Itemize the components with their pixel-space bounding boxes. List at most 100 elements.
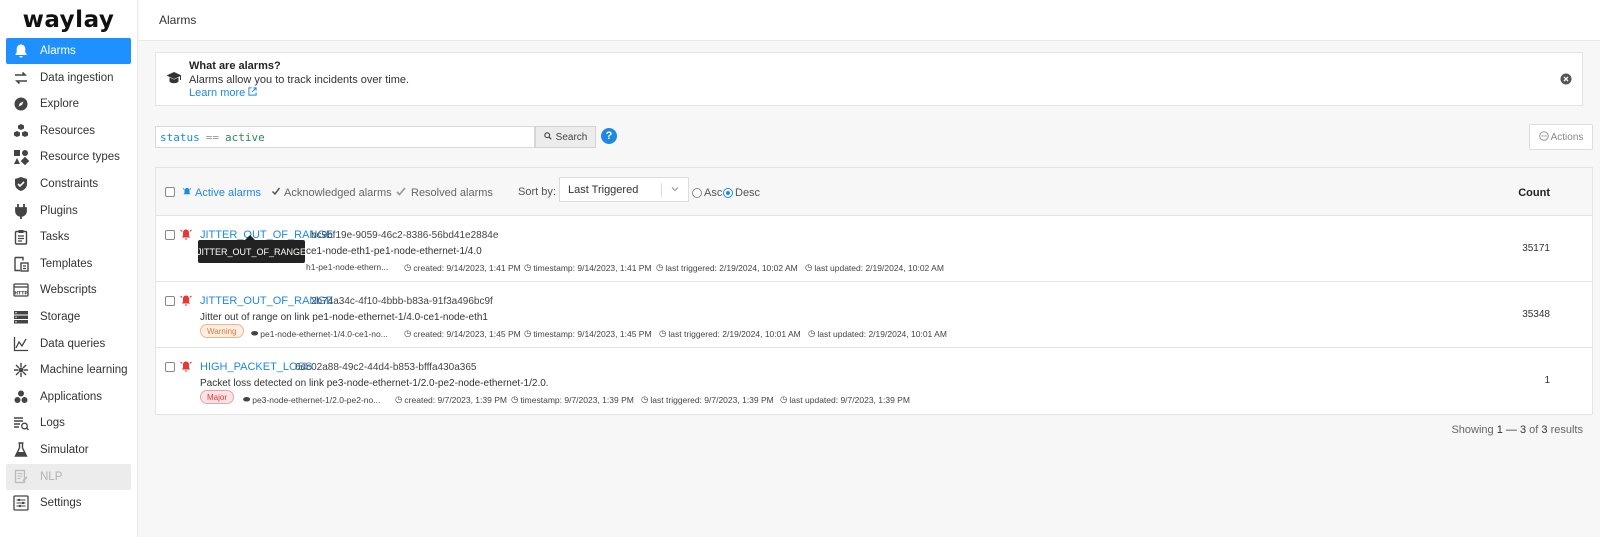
sidebar: waylay Alarms Data ingestion Explore Res… [0, 0, 138, 537]
alarm-count: 35171 [1522, 243, 1550, 254]
sidebar-item-settings[interactable]: Settings [6, 490, 131, 516]
sidebar-item-templates[interactable]: Templates [6, 251, 131, 277]
waylay-logo[interactable]: waylay [0, 0, 137, 38]
alarm-last-triggered: ◷ last triggered: 2/19/2024, 10:02 AM [656, 262, 798, 273]
sidebar-item-label: Templates [40, 257, 93, 270]
alarm-resource[interactable]: ⬬ pe3-node-ethernet-1/2.0-pe2-no... [243, 394, 380, 405]
tab-label: Acknowledged alarms [284, 186, 392, 199]
select-all-checkbox[interactable] [165, 187, 175, 197]
search-button[interactable]: Search [535, 126, 596, 148]
sidebar-item-label: Webscripts [40, 284, 97, 297]
sort-select[interactable]: Last Triggered [559, 177, 689, 202]
search-input[interactable]: status == active [155, 126, 535, 148]
tab-acknowledged-alarms[interactable]: Acknowledged alarms [271, 186, 392, 199]
order-desc-radio[interactable]: Desc [723, 187, 760, 199]
page-header: Alarms [139, 0, 1600, 41]
alarm-created: ◷ created: 9/14/2023, 1:41 PM [404, 262, 521, 273]
query-operator: == [205, 130, 219, 144]
clock-icon: ◷ [808, 328, 816, 338]
sidebar-item-data-ingestion[interactable]: Data ingestion [6, 65, 131, 91]
sidebar-item-data-queries[interactable]: Data queries [6, 331, 131, 357]
alarm-bell-icon [179, 294, 193, 309]
sidebar-item-label: Applications [40, 390, 103, 403]
sidebar-item-label: Resources [40, 124, 95, 137]
search-button-label: Search [555, 131, 588, 143]
tab-label: Resolved alarms [411, 186, 493, 199]
severity-badge: Major [200, 390, 235, 404]
sidebar-item-label: NLP [40, 470, 63, 483]
flask-icon [12, 441, 30, 459]
sidebar-item-alarms[interactable]: Alarms [6, 38, 131, 64]
clock-icon: ◷ [404, 262, 412, 272]
settings-sliders-icon [12, 494, 30, 512]
last-triggered-label: last triggered: 2/19/2024, 10:01 AM [668, 328, 801, 339]
clock-icon: ◷ [395, 394, 403, 404]
http-icon: HTTP [12, 281, 30, 299]
alarm-description: Jitter out of range on link pe1-node-eth… [200, 312, 488, 323]
results-range: 1 — 3 [1496, 424, 1527, 436]
clock-icon: ◷ [805, 262, 813, 272]
order-asc-radio[interactable]: Asc [692, 187, 722, 199]
resource-label: pe1-node-ethernet-1/4.0-ce1-no... [260, 328, 388, 339]
sidebar-nav: Alarms Data ingestion Explore Resources … [0, 38, 137, 516]
sidebar-item-plugins[interactable]: Plugins [6, 198, 131, 224]
actions-label: Actions [1550, 131, 1584, 143]
alarm-description: ce1-node-eth1-pe1-node-ethernet-1/4.0 [306, 246, 482, 257]
table-row[interactable]: JITTER_OUT_OF_RANGE 2b74a34c-4f10-4bbb-b… [156, 282, 1592, 348]
last-triggered-label: last triggered: 9/7/2023, 1:39 PM [650, 394, 774, 405]
sidebar-item-resource-types[interactable]: Resource types [6, 144, 131, 170]
resolved-check-icon [396, 186, 408, 199]
actions-button[interactable]: Actions [1529, 124, 1593, 150]
sidebar-item-label: Logs [40, 417, 65, 430]
sidebar-item-explore[interactable]: Explore [6, 91, 131, 117]
table-row[interactable]: HIGH_PACKET_LOSS 6dc02a88-49c2-44d4-b853… [156, 348, 1592, 414]
resource-icon: ⬬ [243, 394, 251, 404]
learn-more-label: Learn more [189, 87, 246, 99]
results-total: 3 [1541, 424, 1548, 436]
alarm-timestamp: ◷ timestamp: 9/14/2023, 1:41 PM [524, 262, 652, 273]
info-description: Alarms allow you to track incidents over… [189, 74, 410, 86]
tab-label: Active alarms [195, 186, 262, 199]
tab-resolved-alarms[interactable]: Resolved alarms [396, 186, 493, 199]
clipboard-icon [12, 228, 30, 246]
last-updated-label: last updated: 2/19/2024, 10:01 AM [817, 328, 947, 339]
radio-dot-selected [723, 188, 733, 198]
close-icon[interactable] [1560, 73, 1572, 85]
learn-more-link[interactable]: Learn more [189, 87, 257, 99]
sidebar-item-machine-learning[interactable]: Machine learning [6, 357, 131, 383]
last-updated-label: last updated: 2/19/2024, 10:02 AM [814, 262, 944, 273]
plug-icon [12, 202, 30, 220]
sidebar-item-logs[interactable]: Logs [6, 410, 131, 436]
clock-icon: ◷ [511, 394, 519, 404]
alarm-resource[interactable]: h1-pe1-node-ethern... [306, 262, 388, 272]
tab-active-alarms[interactable]: Active alarms [182, 186, 261, 199]
sidebar-item-constraints[interactable]: Constraints [6, 171, 131, 197]
table-row[interactable]: JITTER_OUT_OF_RANGE bc9bf19e-9059-46c2-8… [156, 216, 1592, 282]
of-label: of [1529, 424, 1539, 436]
row-checkbox[interactable] [165, 296, 175, 306]
cubes-icon [12, 122, 30, 140]
sidebar-item-label: Resource types [40, 151, 120, 164]
alarm-name-tooltip: JITTER_OUT_OF_RANGE [197, 235, 306, 263]
sort-by-label: Sort by: [518, 186, 556, 198]
sidebar-item-simulator[interactable]: Simulator [6, 437, 131, 463]
alarm-id: 2b74a34c-4f10-4bbb-b83a-91f3a496bc9f [311, 296, 493, 307]
check-icon [271, 186, 281, 199]
sidebar-item-storage[interactable]: Storage [6, 304, 131, 330]
timestamp-label: timestamp: 9/14/2023, 1:45 PM [533, 328, 652, 339]
row-checkbox[interactable] [165, 362, 175, 372]
sidebar-item-resources[interactable]: Resources [6, 118, 131, 144]
sidebar-item-applications[interactable]: Applications [6, 384, 131, 410]
clock-icon: ◷ [524, 262, 532, 272]
sidebar-item-tasks[interactable]: Tasks [6, 224, 131, 250]
alarm-resource[interactable]: ⬬ pe1-node-ethernet-1/4.0-ce1-no... [251, 328, 388, 339]
sidebar-item-webscripts[interactable]: HTTP Webscripts [6, 277, 131, 303]
sidebar-item-label: Data queries [40, 337, 106, 350]
help-icon[interactable]: ? [601, 128, 617, 144]
alarm-last-updated: ◷ last updated: 9/7/2023, 1:39 PM [780, 394, 910, 405]
clock-icon: ◷ [524, 328, 532, 338]
row-checkbox[interactable] [165, 230, 175, 240]
alarm-timestamp: ◷ timestamp: 9/14/2023, 1:45 PM [524, 328, 652, 339]
radio-label: Asc [704, 187, 723, 199]
more-circle-icon [1538, 130, 1549, 144]
